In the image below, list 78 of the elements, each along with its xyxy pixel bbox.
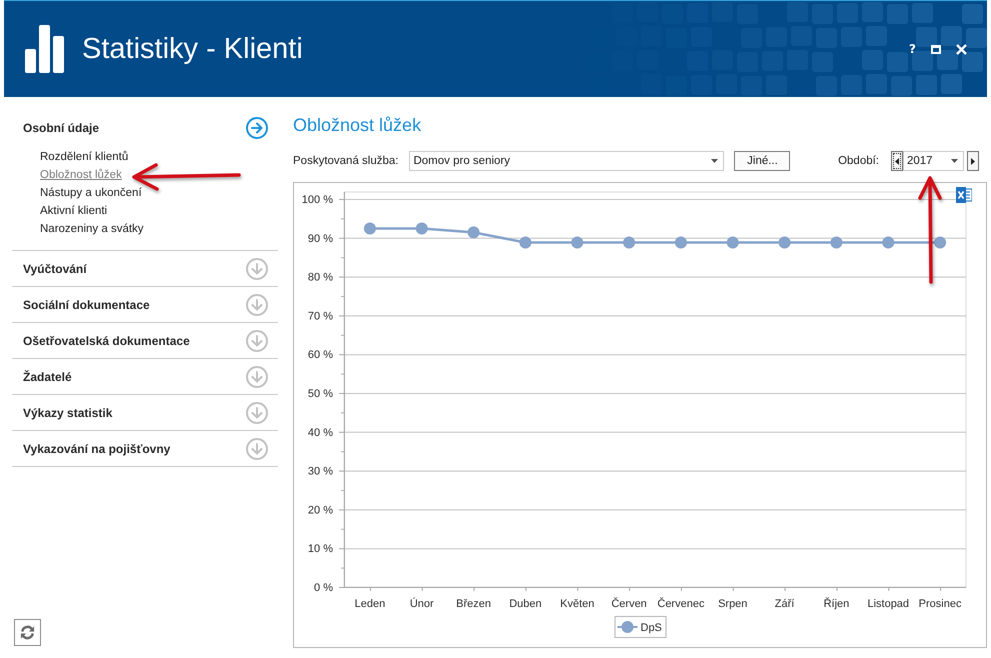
next-year-button[interactable] <box>967 151 979 171</box>
x-axis-label: Srpen <box>718 598 748 610</box>
field-label: Poskytovaná služba: <box>293 155 398 167</box>
section-heading[interactable]: Vyúčtování <box>23 262 87 276</box>
section-heading[interactable]: Žadatelé <box>23 370 72 384</box>
data-point <box>778 236 791 248</box>
close-icon <box>956 44 967 54</box>
legend-marker-icon <box>618 621 638 633</box>
arrow-circle-down-icon[interactable] <box>246 258 268 280</box>
other-button[interactable]: Jiné... <box>734 151 790 171</box>
arrow-circle-down-icon[interactable] <box>246 366 268 388</box>
spreadsheet-icon[interactable] <box>956 187 972 203</box>
y-axis-label: 20 % <box>308 504 333 516</box>
previous-year-button[interactable] <box>891 151 903 171</box>
y-axis-label: 80 % <box>308 272 333 284</box>
sidebar-link[interactable]: Narozeniny a svátky <box>40 220 144 238</box>
data-point <box>416 222 428 234</box>
refresh-button[interactable] <box>14 619 41 646</box>
x-axis-label: Květen <box>560 598 594 610</box>
refresh-icon <box>20 625 35 640</box>
sidebar-link[interactable]: Aktivní klienti <box>40 202 108 220</box>
help-button[interactable]: ? <box>909 42 916 56</box>
x-axis-label: Duben <box>509 598 542 610</box>
x-axis-label: Listopad <box>867 598 910 610</box>
data-point <box>882 236 894 248</box>
service-dropdown[interactable]: Domov pro seniory <box>409 151 724 171</box>
field-label: Období: <box>838 155 879 167</box>
y-axis-label: 100 % <box>302 194 333 206</box>
close-button[interactable] <box>956 44 967 54</box>
year-dropdown[interactable]: 2017 <box>903 151 964 171</box>
bar-chart-icon <box>25 25 65 73</box>
y-axis-label: 0 % <box>314 582 333 594</box>
maximize-button[interactable] <box>931 44 941 54</box>
caret-icon <box>951 159 958 163</box>
data-point <box>830 236 842 248</box>
data-point <box>726 236 739 248</box>
y-axis-label: 70 % <box>308 310 333 322</box>
y-axis-label: 30 % <box>308 466 333 478</box>
data-point <box>571 236 584 248</box>
legend-label: DpS <box>640 622 662 634</box>
sidebar-link[interactable]: Nástupy a ukončení <box>40 184 142 202</box>
data-point <box>519 236 532 248</box>
data-point <box>934 236 946 248</box>
caret-left-icon <box>895 158 899 164</box>
section-heading[interactable]: Vykazování na pojišťovny <box>23 442 170 456</box>
caret-right-icon <box>971 158 975 164</box>
data-point <box>364 222 376 234</box>
x-axis-label: Září <box>774 598 794 610</box>
x-axis-label: Prosinec <box>918 598 962 610</box>
arrow-circle-down-icon[interactable] <box>246 438 268 460</box>
x-axis-label: Červen <box>611 598 647 610</box>
y-axis-label: 60 % <box>308 349 333 362</box>
arrow-circle-down-icon[interactable] <box>246 330 268 352</box>
page-title: Obložnost lůžek <box>293 114 422 137</box>
x-axis-label: Únor <box>410 598 434 610</box>
window-title: Statistiky - Klienti <box>82 32 303 67</box>
section-heading[interactable]: Ošetřovatelská dokumentace <box>23 334 190 348</box>
maximize-icon <box>931 44 941 54</box>
y-axis-label: 10 % <box>308 543 333 556</box>
y-axis-label: 90 % <box>308 232 333 245</box>
caret-icon <box>711 159 718 163</box>
sidebar-link[interactable]: Rozdělení klientů <box>40 148 128 166</box>
y-axis-label: 40 % <box>308 426 333 439</box>
section-heading[interactable]: Výkazy statistik <box>23 406 112 420</box>
sidebar-link[interactable]: Obložnost lůžek <box>40 166 122 184</box>
y-axis-label: 50 % <box>308 388 333 400</box>
arrow-circle-right-icon[interactable] <box>246 116 268 138</box>
section-heading[interactable]: Osobní údaje <box>23 120 100 134</box>
x-axis-label: Leden <box>354 598 386 610</box>
x-axis-label: Říjen <box>824 598 850 610</box>
data-point <box>468 226 480 238</box>
x-axis-label: Březen <box>456 598 492 610</box>
arrow-circle-down-icon[interactable] <box>246 294 268 316</box>
section-heading[interactable]: Sociální dokumentace <box>23 298 150 312</box>
data-point <box>623 236 636 248</box>
x-axis-label: Červenec <box>657 598 704 610</box>
data-point <box>674 236 687 248</box>
arrow-circle-down-icon[interactable] <box>246 402 268 424</box>
